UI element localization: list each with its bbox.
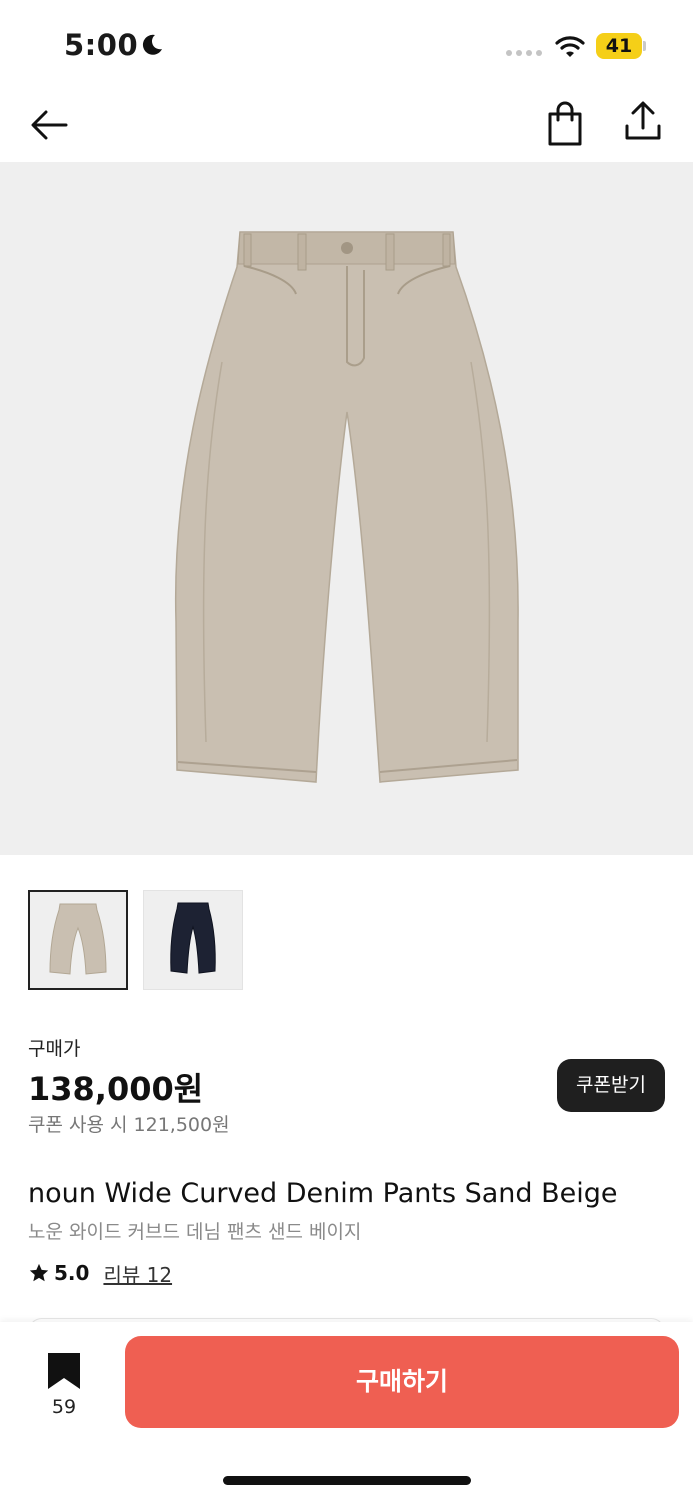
price-label: 구매가 (28, 1038, 81, 1060)
buy-button[interactable]: 구매하기 (125, 1336, 679, 1428)
home-indicator (223, 1476, 471, 1485)
shopping-bag-button[interactable] (540, 98, 590, 148)
nav-bar (0, 90, 693, 162)
battery-icon: 41 (596, 33, 646, 59)
arrow-left-icon (31, 110, 68, 140)
thumbnail-pants-icon (49, 903, 107, 975)
thumbnail-sand-beige[interactable] (28, 890, 128, 990)
rating-value: 5.0 (54, 1261, 90, 1285)
get-coupon-button[interactable]: 쿠폰받기 (557, 1059, 665, 1112)
thumbnail-pants-icon (170, 902, 216, 974)
product-name: noun Wide Curved Denim Pants Sand Beige (28, 1178, 618, 1209)
moon-icon (142, 34, 162, 55)
wifi-icon (555, 36, 585, 57)
share-icon (625, 101, 661, 140)
review-link[interactable]: 리뷰 12 (103, 1259, 172, 1288)
bookmark-icon (48, 1353, 80, 1389)
shopping-bag-icon (548, 101, 582, 146)
status-bar: 5:00 41 (0, 0, 693, 90)
thumbnail-navy[interactable] (143, 890, 243, 990)
bookmark-count: 59 (51, 1396, 77, 1418)
pants-illustration (174, 231, 519, 783)
share-button[interactable] (618, 96, 668, 146)
status-time: 5:00 (64, 28, 139, 62)
product-image[interactable] (0, 162, 693, 855)
star-icon (29, 1263, 49, 1282)
battery-tip (643, 41, 646, 51)
signal-dots-icon (506, 50, 542, 56)
back-button[interactable] (24, 100, 74, 150)
coupon-price: 쿠폰 사용 시 121,500원 (28, 1114, 230, 1136)
rating-row: 5.0 리뷰 12 (28, 1258, 172, 1288)
price-value: 138,000원 (28, 1070, 204, 1108)
bookmark-button[interactable]: 59 (34, 1350, 94, 1420)
product-subname: 노운 와이드 커브드 데님 팬츠 샌드 베이지 (28, 1221, 362, 1243)
battery-level: 41 (605, 35, 633, 57)
bottom-bar: 59 구매하기 (0, 1322, 693, 1500)
